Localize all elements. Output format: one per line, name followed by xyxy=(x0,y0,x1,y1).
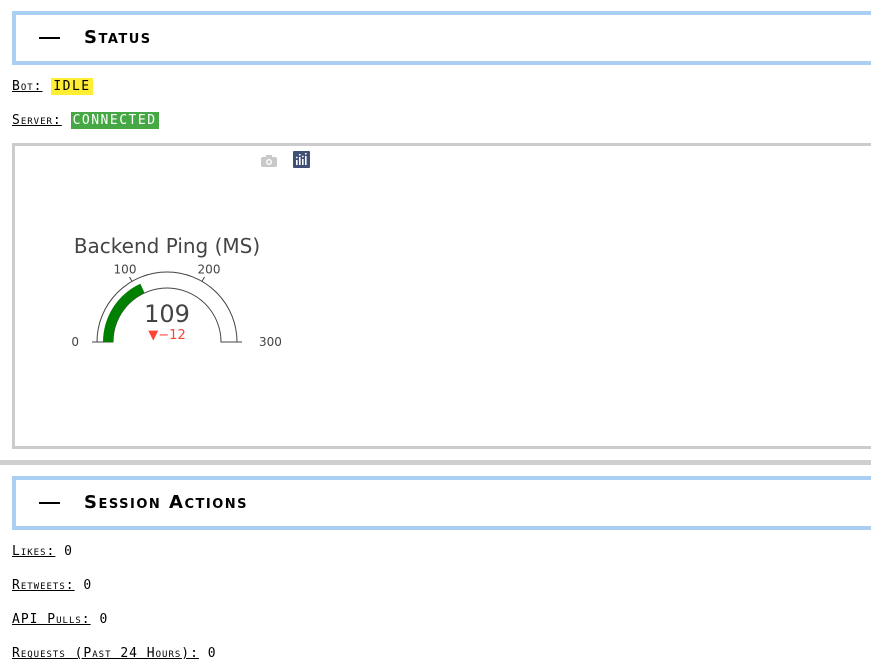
gauge-tick-label: 0 xyxy=(71,335,79,349)
api-pulls-row: API Pulls: 0 xyxy=(12,612,107,627)
collapse-icon[interactable] xyxy=(39,502,60,504)
bot-status-badge: IDLE xyxy=(51,78,93,95)
gauge-tick xyxy=(129,276,133,282)
requests-row: Requests (Past 24 Hours): 0 xyxy=(12,646,216,661)
likes-label: Likes: xyxy=(12,544,56,559)
gauge-delta: ▼−12 xyxy=(148,328,185,343)
collapse-icon[interactable] xyxy=(39,37,60,39)
status-panel-header[interactable]: Status xyxy=(12,11,871,65)
likes-value: 0 xyxy=(64,544,72,559)
api-pulls-value: 0 xyxy=(99,612,108,627)
retweets-value: 0 xyxy=(83,578,92,593)
gauge-tick-label: 300 xyxy=(259,335,282,349)
gauge-svg: Backend Ping (MS) 0 100 200 300 109 ▼−12 xyxy=(71,151,310,349)
server-label: Server: xyxy=(12,113,62,128)
section-divider xyxy=(0,460,871,465)
session-panel-header[interactable]: Session Actions xyxy=(12,476,871,530)
server-status-badge: CONNECTED xyxy=(70,112,159,129)
bot-status-row: Bot: IDLE xyxy=(12,78,93,95)
gauge-title: Backend Ping (MS) xyxy=(74,234,260,258)
gauge-tick xyxy=(201,276,205,282)
requests-label: Requests (Past 24 Hours): xyxy=(12,646,199,661)
status-panel-title: Status xyxy=(84,27,152,48)
plotly-logo-icon[interactable] xyxy=(293,151,310,168)
retweets-row: Retweets: 0 xyxy=(12,578,91,593)
gauge-tick-label: 100 xyxy=(114,262,137,276)
api-pulls-label: API Pulls: xyxy=(12,612,91,627)
retweets-label: Retweets: xyxy=(12,578,75,593)
gauge-tick-label: 200 xyxy=(198,262,221,276)
bot-label: Bot: xyxy=(12,79,43,94)
session-panel-title: Session Actions xyxy=(84,492,248,513)
camera-icon[interactable] xyxy=(261,155,277,167)
gauge-value: 109 xyxy=(144,300,190,328)
requests-value: 0 xyxy=(207,646,216,661)
server-status-row: Server: CONNECTED xyxy=(12,112,159,129)
likes-row: Likes: 0 xyxy=(12,544,72,559)
gauge-chart-container: Backend Ping (MS) 0 100 200 300 109 ▼−12 xyxy=(12,143,871,449)
